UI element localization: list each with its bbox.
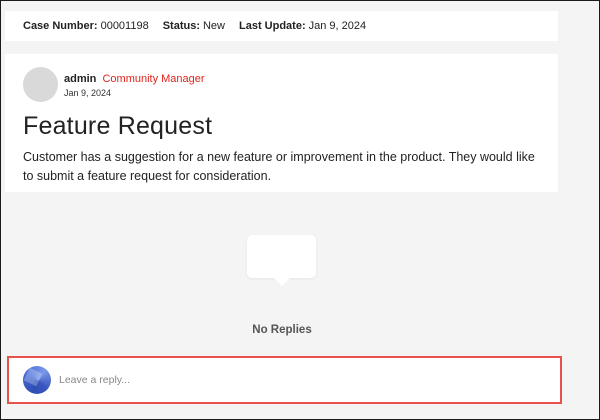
case-last-update: Last Update: Jan 9, 2024: [239, 20, 366, 32]
case-number-label: Case Number:: [23, 20, 98, 32]
case-update-value: Jan 9, 2024: [308, 20, 367, 32]
author-name[interactable]: admin: [64, 73, 96, 85]
case-status: Status: New: [163, 20, 225, 32]
case-number-value: 00001198: [100, 20, 149, 32]
post-date: Jan 9, 2024: [64, 88, 112, 98]
case-info-bar: Case Number: 00001198 Status: New Last Upd…: [5, 11, 558, 41]
author-role-badge: Community Manager: [102, 73, 205, 85]
case-status-label: Status:: [162, 20, 200, 32]
post-body: Customer has a suggestion for a new feat…: [23, 150, 535, 183]
no-replies-text: No Replies: [252, 324, 312, 336]
case-status-value: New: [202, 20, 225, 32]
page-frame: Case Number: 00001198 Status: New Last Upd…: [0, 0, 600, 420]
reply-input[interactable]: [59, 370, 539, 390]
speech-bubble-tail: [272, 276, 292, 286]
case-number: Case Number: 00001198: [23, 20, 149, 32]
speech-bubble-icon: [247, 235, 316, 278]
reply-box[interactable]: [7, 356, 562, 404]
post-title: Feature Request: [23, 112, 213, 140]
author-avatar[interactable]: [23, 67, 58, 102]
current-user-avatar: [23, 366, 51, 394]
case-update-label: Last Update:: [239, 20, 306, 32]
author-line: admin Community Manager: [64, 73, 205, 85]
post-card: admin Community Manager Jan 9, 2024 Feat…: [5, 54, 558, 192]
